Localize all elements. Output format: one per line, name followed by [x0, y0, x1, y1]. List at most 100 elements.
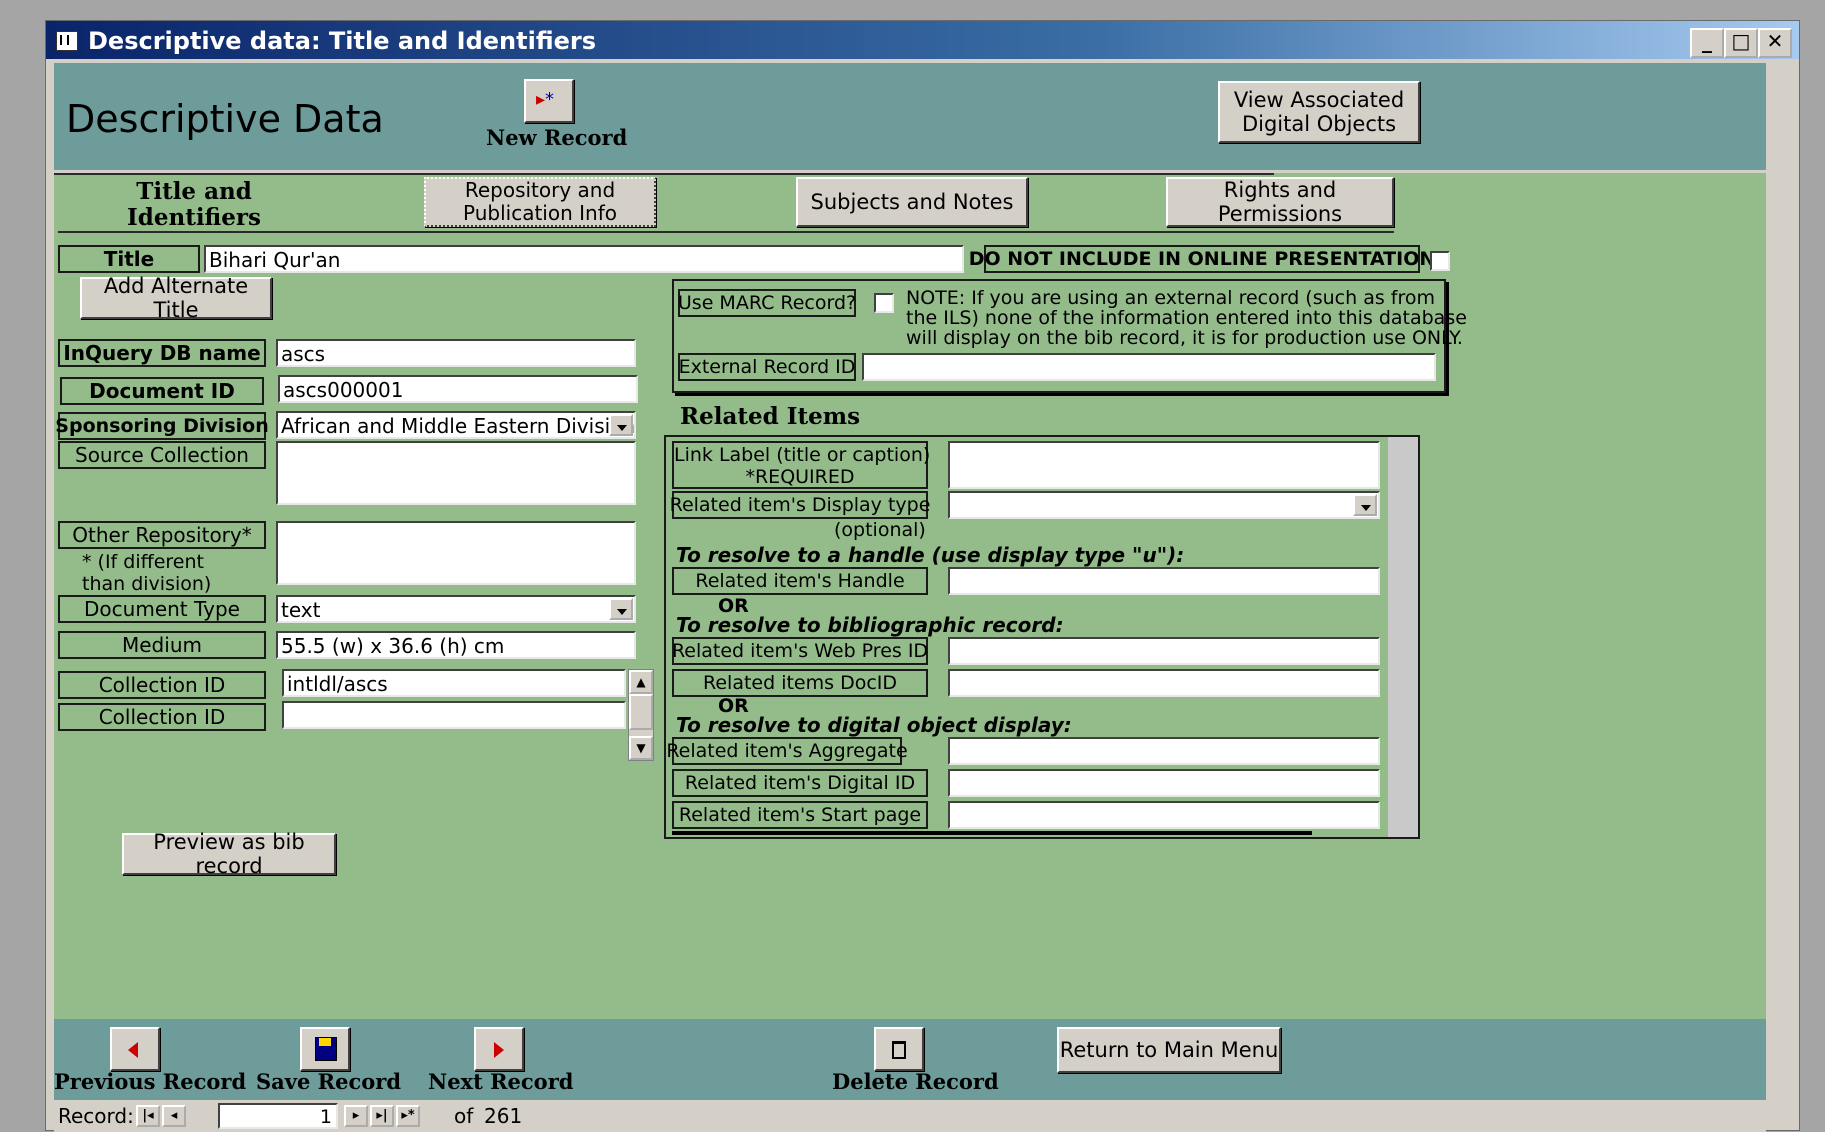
do-not-include-checkbox[interactable]	[1430, 251, 1450, 271]
collection-id-label: Collection ID	[58, 703, 266, 731]
display-type-label: Related item's Display type	[670, 491, 930, 519]
section-title: Title and Identifiers	[127, 178, 261, 232]
start-page-label: Related item's Start page	[672, 801, 928, 829]
related-items-heading: Related Items	[680, 403, 861, 430]
bib-hint: To resolve to bibliographic record:	[676, 613, 1064, 637]
prev-record-icon[interactable]: ◂	[162, 1105, 186, 1127]
new-record-label: New Record	[486, 125, 628, 150]
link-label-label: Link Label (title or caption) *REQUIRED	[672, 441, 931, 489]
new-record-button[interactable]: ▸*	[524, 79, 574, 123]
document-id-field[interactable]: ascs000001	[278, 375, 638, 403]
save-record-button[interactable]	[300, 1027, 350, 1071]
scroll-up-icon[interactable]: ▲	[629, 670, 653, 694]
inquery-db-field[interactable]: ascs	[276, 339, 636, 367]
delete-record-button[interactable]	[874, 1027, 924, 1071]
next-record-button[interactable]	[474, 1027, 524, 1071]
external-record-id-field[interactable]	[862, 353, 1436, 381]
record-of-label: of	[454, 1104, 474, 1128]
add-alternate-title-button[interactable]: Add Alternate Title	[80, 274, 272, 322]
title-label: Title	[58, 245, 200, 273]
floppy-disk-label-icon	[319, 1038, 331, 1046]
next-record-icon[interactable]: ▸	[344, 1105, 368, 1127]
medium-field[interactable]: 55.5 (w) x 36.6 (h) cm	[276, 631, 636, 659]
form-header: Descriptive Data ▸* New Record View Asso…	[54, 63, 1766, 170]
use-marc-checkbox[interactable]	[874, 293, 894, 313]
divider	[58, 231, 1394, 233]
previous-record-button[interactable]	[110, 1027, 160, 1071]
marc-note: the ILS) none of the information entered…	[906, 307, 1467, 329]
delete-record-label: Delete Record	[832, 1069, 999, 1094]
record-total: 261	[484, 1104, 523, 1128]
save-record-label: Save Record	[256, 1069, 402, 1094]
collection-id-field[interactable]	[282, 701, 626, 729]
web-pres-id-field[interactable]	[948, 637, 1380, 665]
display-type-select[interactable]	[948, 491, 1380, 519]
arrow-left-icon	[128, 1042, 138, 1058]
other-repository-note: than division)	[82, 573, 212, 595]
minimize-button[interactable]: _	[1690, 28, 1724, 58]
use-marc-label: Use MARC Record?	[678, 289, 856, 317]
tab-rights-permissions[interactable]: Rights and Permissions	[1166, 177, 1394, 227]
first-record-icon[interactable]: |◂	[136, 1105, 160, 1127]
link-label-required: *REQUIRED	[745, 466, 855, 488]
chevron-down-icon[interactable]	[609, 598, 633, 620]
start-page-field[interactable]	[948, 801, 1380, 829]
next-record-label: Next Record	[428, 1069, 574, 1094]
aggregate-field[interactable]	[948, 737, 1380, 765]
link-label-text: Link Label (title or caption)	[674, 444, 931, 466]
digital-id-field[interactable]	[948, 769, 1380, 797]
scroll-thumb[interactable]	[629, 694, 653, 730]
tab-repository-publication[interactable]: Repository and Publication Info	[424, 177, 656, 227]
handle-label: Related item's Handle	[672, 567, 928, 595]
document-id-label: Document ID	[60, 377, 264, 405]
docid-field[interactable]	[948, 669, 1380, 697]
chevron-down-icon[interactable]	[1353, 494, 1377, 516]
preview-bib-record-button[interactable]: Preview as bib record	[122, 830, 336, 878]
form-body: Title and Identifiers Repository and Pub…	[54, 173, 1766, 1019]
document-type-select[interactable]: text	[276, 595, 636, 623]
marc-note: will display on the bib record, it is fo…	[906, 327, 1463, 349]
other-repository-note: * (If different	[82, 551, 204, 573]
scroll-down-icon[interactable]: ▼	[629, 736, 653, 760]
record-number-field[interactable]: 1	[218, 1103, 338, 1129]
divider	[54, 173, 1274, 175]
sponsoring-division-label: Sponsoring Division	[55, 412, 269, 440]
title-bar[interactable]: Descriptive data: Title and Identifiers …	[46, 21, 1799, 59]
tab-subjects-notes[interactable]: Subjects and Notes	[796, 177, 1028, 227]
trash-icon	[892, 1041, 906, 1059]
sponsoring-division-select[interactable]: African and Middle Eastern Division	[276, 411, 636, 439]
other-repository-field[interactable]	[276, 521, 636, 585]
collection-scrollbar[interactable]: ▲ ▼	[628, 669, 654, 761]
handle-hint: To resolve to a handle (use display type…	[676, 543, 1185, 567]
view-digital-objects-button[interactable]: View Associated Digital Objects	[1218, 81, 1420, 143]
new-record-icon[interactable]: ▸*	[396, 1105, 420, 1127]
marc-note: NOTE: If you are using an external recor…	[906, 287, 1435, 309]
chevron-down-icon[interactable]	[609, 414, 633, 436]
source-collection-label: Source Collection	[58, 441, 266, 469]
source-collection-field[interactable]	[276, 441, 636, 505]
last-record-icon[interactable]: ▸|	[370, 1105, 394, 1127]
handle-field[interactable]	[948, 567, 1380, 595]
web-pres-id-label: Related item's Web Pres ID	[672, 637, 928, 665]
digital-id-label: Related item's Digital ID	[672, 769, 928, 797]
marc-panel: Use MARC Record? NOTE: If you are using …	[672, 279, 1467, 393]
return-main-menu-button[interactable]: Return to Main Menu	[1057, 1027, 1281, 1073]
window-title: Descriptive data: Title and Identifiers	[88, 27, 597, 55]
form-icon	[56, 31, 78, 51]
external-record-id-label: External Record ID	[678, 353, 856, 381]
aggregate-label: Related item's Aggregate	[666, 737, 908, 765]
record-nav-label: Record:	[58, 1104, 134, 1128]
optional-note: (optional)	[834, 519, 926, 541]
title-field[interactable]: Bihari Qur'an	[204, 245, 964, 273]
maximize-button[interactable]: □	[1724, 28, 1758, 58]
collection-id-field[interactable]: intldl/ascs	[282, 669, 626, 697]
docid-label: Related items DocID	[672, 669, 928, 697]
digital-hint: To resolve to digital object display:	[676, 713, 1072, 737]
arrow-right-icon	[494, 1042, 504, 1058]
document-type-value: text	[281, 598, 321, 622]
link-label-field[interactable]	[948, 441, 1380, 489]
sponsoring-division-value: African and Middle Eastern Division	[281, 414, 636, 438]
related-items-scrollbar[interactable]	[1388, 437, 1418, 837]
close-button[interactable]: ✕	[1758, 28, 1792, 58]
do-not-include-label: DO NOT INCLUDE IN ONLINE PRESENTATION	[969, 245, 1435, 273]
